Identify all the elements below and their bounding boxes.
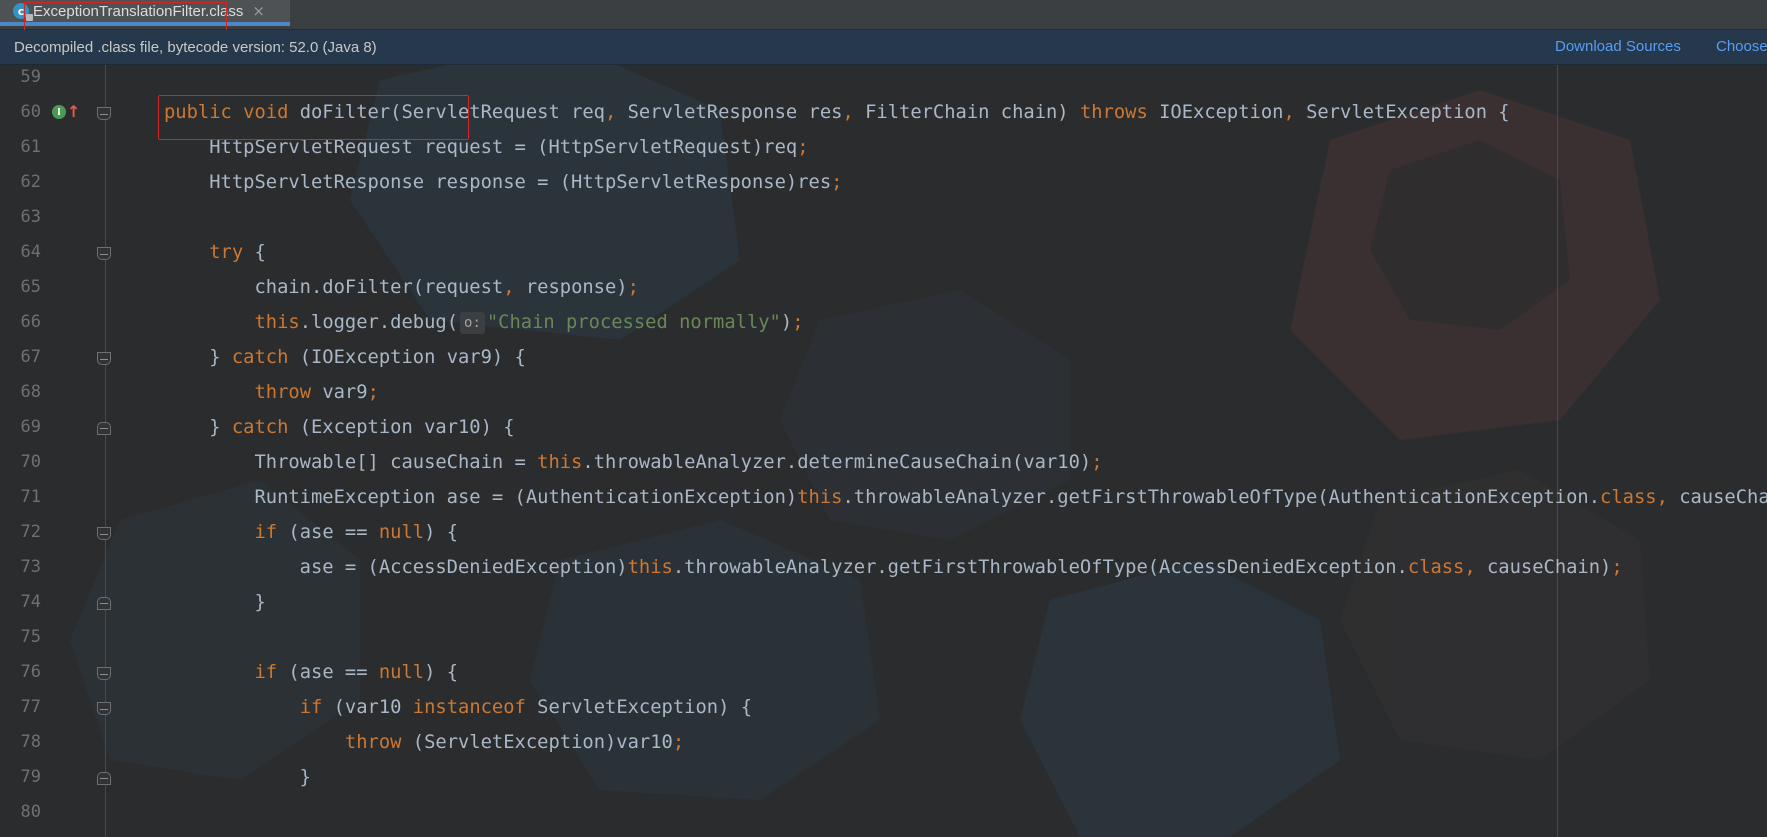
close-icon[interactable]: × (252, 2, 265, 20)
tab-title: ExceptionTranslationFilter.class (33, 2, 244, 20)
code-line[interactable]: 64 try { (0, 235, 1767, 270)
code-line[interactable]: 59 (0, 60, 1767, 95)
fold-collapse-icon[interactable] (97, 107, 111, 120)
code-line[interactable]: 62 HttpServletResponse response = (HttpS… (0, 165, 1767, 200)
code-text[interactable]: throw var9; (164, 375, 378, 410)
code-text[interactable]: Throwable[] causeChain = this.throwableA… (164, 445, 1102, 480)
code-text[interactable]: HttpServletRequest request = (HttpServle… (164, 130, 808, 165)
line-number: 64 (20, 242, 41, 262)
code-text[interactable]: } catch (Exception var10) { (164, 410, 514, 445)
line-number: 63 (20, 207, 41, 227)
code-line[interactable]: 73 ase = (AccessDeniedException)this.thr… (0, 550, 1767, 585)
line-number: 69 (20, 417, 41, 437)
code-text[interactable]: public void doFilter(ServletRequest req,… (164, 95, 1510, 130)
line-number: 60 (20, 102, 41, 122)
code-text[interactable]: chain.doFilter(request, response); (164, 270, 638, 305)
download-sources-link[interactable]: Download Sources (1555, 38, 1681, 55)
choose-sources-link[interactable]: Choose (1716, 38, 1767, 55)
code-line[interactable]: 61 HttpServletRequest request = (HttpSer… (0, 130, 1767, 165)
fold-collapse-icon[interactable] (97, 702, 111, 715)
line-number: 67 (20, 347, 41, 367)
code-text[interactable]: ase = (AccessDeniedException)this.throwa… (164, 550, 1623, 585)
implements-method-icon[interactable]: I ↑ (52, 102, 81, 121)
fold-collapse-icon[interactable] (97, 527, 111, 540)
code-editor[interactable]: 59 60 I ↑ public void doFilter(ServletReques… (0, 65, 1767, 837)
line-number: 59 (20, 67, 41, 87)
fold-collapse-icon[interactable] (97, 352, 111, 365)
code-text[interactable]: if (ase == null) { (164, 655, 458, 690)
implements-badge: I (52, 105, 66, 119)
lock-icon (26, 14, 33, 21)
code-text[interactable]: try { (164, 235, 266, 270)
code-line[interactable]: 69 } catch (Exception var10) { (0, 410, 1767, 445)
line-number: 75 (20, 627, 41, 647)
code-text[interactable]: } catch (IOException var9) { (164, 340, 526, 375)
tab-exception-translation-filter[interactable]: c ExceptionTranslationFilter.class × (0, 0, 290, 26)
code-text[interactable]: if (var10 instanceof ServletException) { (164, 690, 752, 725)
code-line[interactable]: 80 (0, 795, 1767, 830)
code-line[interactable]: 78 throw (ServletException)var10; (0, 725, 1767, 760)
fold-end-icon[interactable] (97, 597, 111, 610)
code-line[interactable]: 71 RuntimeException ase = (Authenticatio… (0, 480, 1767, 515)
code-line[interactable]: 65 chain.doFilter(request, response); (0, 270, 1767, 305)
code-line[interactable]: 70 Throwable[] causeChain = this.throwab… (0, 445, 1767, 480)
line-number: 77 (20, 697, 41, 717)
code-text[interactable]: } (164, 585, 265, 620)
line-number: 79 (20, 767, 41, 787)
line-number: 65 (20, 277, 41, 297)
code-text[interactable]: HttpServletResponse response = (HttpServ… (164, 165, 842, 200)
fold-end-icon[interactable] (97, 772, 111, 785)
line-number: 66 (20, 312, 41, 332)
line-number: 73 (20, 557, 41, 577)
line-number: 71 (20, 487, 41, 507)
code-text[interactable]: this.logger.debug(o: "Chain processed nor… (164, 305, 804, 340)
fold-end-icon[interactable] (97, 422, 111, 435)
code-line[interactable]: 68 throw var9; (0, 375, 1767, 410)
code-line[interactable]: 63 (0, 200, 1767, 235)
code-line[interactable]: 67 } catch (IOException var9) { (0, 340, 1767, 375)
java-class-icon: c (13, 3, 33, 21)
editor-tab-bar: c ExceptionTranslationFilter.class × (0, 0, 1767, 33)
code-line[interactable]: 66 this.logger.debug(o: "Chain processed … (0, 305, 1767, 340)
line-number: 78 (20, 732, 41, 752)
code-line[interactable]: 79 } (0, 760, 1767, 795)
fold-collapse-icon[interactable] (97, 667, 111, 680)
code-line[interactable]: 72 if (ase == null) { (0, 515, 1767, 550)
line-number: 74 (20, 592, 41, 612)
decompiled-info-banner: Decompiled .class file, bytecode version… (0, 30, 1767, 65)
line-number: 80 (20, 802, 41, 822)
line-number: 72 (20, 522, 41, 542)
decompiled-info-text: Decompiled .class file, bytecode version… (14, 38, 377, 56)
line-number: 76 (20, 662, 41, 682)
code-line[interactable]: 60 I ↑ public void doFilter(ServletRequest … (0, 95, 1767, 130)
code-text[interactable]: RuntimeException ase = (AuthenticationEx… (164, 480, 1767, 515)
code-text[interactable]: throw (ServletException)var10; (164, 725, 684, 760)
line-number: 61 (20, 137, 41, 157)
line-number: 68 (20, 382, 41, 402)
code-line[interactable]: 75 (0, 620, 1767, 655)
code-line[interactable]: 76 if (ase == null) { (0, 655, 1767, 690)
code-text[interactable]: } (164, 760, 311, 795)
fold-collapse-icon[interactable] (97, 247, 111, 260)
line-number: 62 (20, 172, 41, 192)
arrow-up-icon: ↑ (67, 102, 81, 121)
code-text[interactable]: if (ase == null) { (164, 515, 458, 550)
code-line[interactable]: 74 } (0, 585, 1767, 620)
code-line[interactable]: 77 if (var10 instanceof ServletException… (0, 690, 1767, 725)
line-number: 70 (20, 452, 41, 472)
